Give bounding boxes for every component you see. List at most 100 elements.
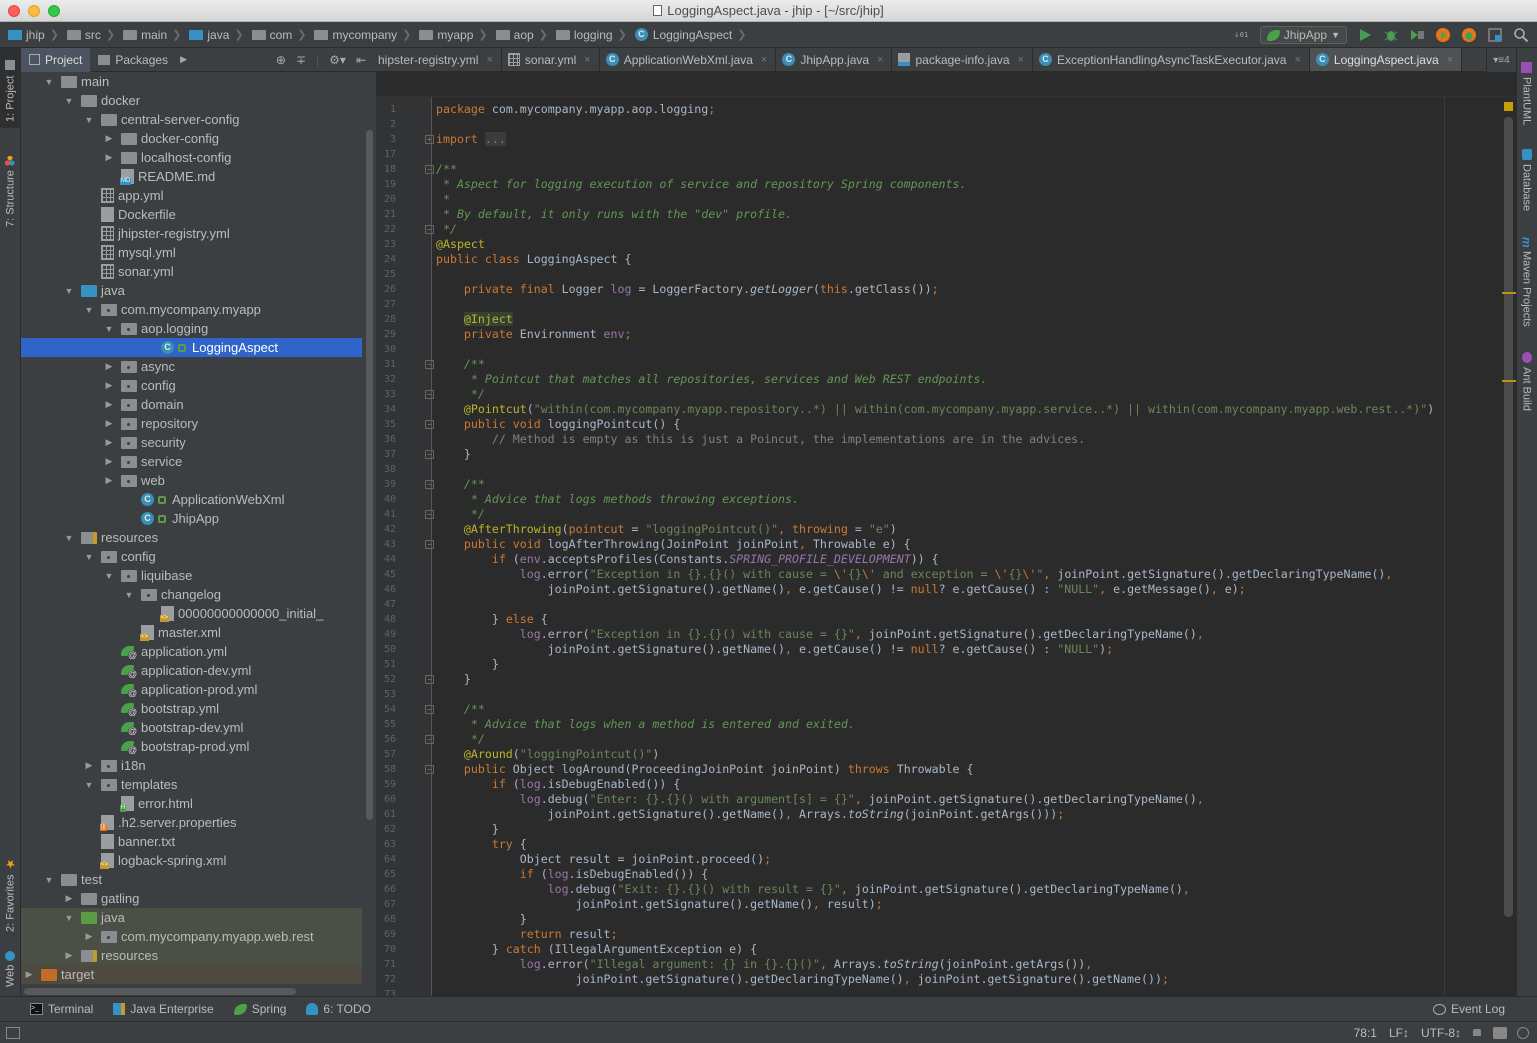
- tree-node[interactable]: application-dev.yml: [21, 661, 362, 680]
- collapsed-arrow-icon[interactable]: ▶: [103, 399, 115, 410]
- collapsed-arrow-icon[interactable]: ▶: [83, 931, 95, 942]
- collapsed-arrow-icon[interactable]: ▶: [103, 380, 115, 391]
- collapse-fold-icon[interactable]: −: [425, 705, 434, 714]
- tab-overflow-button[interactable]: ▾≡ 4: [1486, 48, 1516, 72]
- editor-tab-active[interactable]: C LoggingAspect.java ×: [1309, 48, 1463, 71]
- tree-node[interactable]: ▼ resources: [21, 528, 362, 547]
- expanded-arrow-icon[interactable]: ▼: [83, 780, 95, 790]
- tree-node[interactable]: ||| .h2.server.properties: [21, 813, 362, 832]
- inspection-status-icon[interactable]: [1504, 102, 1513, 111]
- editor-tab[interactable]: sonar.yml ×: [502, 48, 600, 71]
- build-icon[interactable]: ↓01: [1234, 27, 1250, 43]
- tree-node[interactable]: bootstrap-prod.yml: [21, 737, 362, 756]
- tool-tab-todo[interactable]: 6: TODO: [306, 1002, 371, 1016]
- project-structure-icon[interactable]: [1487, 27, 1503, 43]
- tree-node[interactable]: bootstrap.yml: [21, 699, 362, 718]
- collapse-fold-icon[interactable]: −: [425, 510, 434, 519]
- collapse-fold-icon[interactable]: −: [425, 165, 434, 174]
- expanded-arrow-icon[interactable]: ▼: [83, 305, 95, 315]
- editor-tab[interactable]: C ExceptionHandlingAsyncTaskExecutor.java…: [1033, 48, 1310, 71]
- tree-node[interactable]: ▼ changelog: [21, 585, 362, 604]
- tree-node[interactable]: Dockerfile: [21, 205, 362, 224]
- tree-node[interactable]: C ApplicationWebXml: [21, 490, 362, 509]
- hector-inspector-icon[interactable]: [1517, 1026, 1529, 1039]
- tree-node[interactable]: C JhipApp: [21, 509, 362, 528]
- run-icon[interactable]: [1357, 27, 1373, 43]
- tree-node[interactable]: mysql.yml: [21, 243, 362, 262]
- code-area[interactable]: package com.mycompany.myapp.aop.logging;…: [436, 97, 1496, 996]
- collapse-fold-icon[interactable]: −: [425, 540, 434, 549]
- close-tab-icon[interactable]: ×: [761, 54, 767, 66]
- tree-node[interactable]: ▶ docker-config: [21, 129, 362, 148]
- scroll-from-source-icon[interactable]: ⊕: [276, 53, 286, 67]
- minimize-window-button[interactable]: [28, 5, 40, 17]
- collapse-fold-icon[interactable]: −: [425, 735, 434, 744]
- collapse-fold-icon[interactable]: −: [425, 675, 434, 684]
- caret-position[interactable]: 78:1: [1354, 1026, 1377, 1040]
- gear-icon[interactable]: ⚙▾: [329, 53, 346, 67]
- tree-node[interactable]: ▶ service: [21, 452, 362, 471]
- close-tab-icon[interactable]: ×: [1447, 54, 1453, 66]
- more-views-arrow-icon[interactable]: ▶: [180, 54, 187, 65]
- breadcrumb-item[interactable]: myapp ❯: [419, 28, 493, 42]
- tree-node[interactable]: MD README.md: [21, 167, 362, 186]
- tool-tab-web[interactable]: Web: [0, 943, 21, 993]
- tool-tab-ant[interactable]: Ant Build: [1516, 346, 1537, 426]
- collapse-fold-icon[interactable]: −: [425, 360, 434, 369]
- expanded-arrow-icon[interactable]: ▼: [63, 913, 75, 923]
- expanded-arrow-icon[interactable]: ▼: [83, 552, 95, 562]
- tree-node[interactable]: ▼ liquibase: [21, 566, 362, 585]
- tab-packages-view[interactable]: Packages: [90, 48, 176, 72]
- close-tab-icon[interactable]: ×: [877, 54, 883, 66]
- debug-icon[interactable]: [1383, 27, 1399, 43]
- tree-node[interactable]: jhipster-registry.yml: [21, 224, 362, 243]
- breadcrumb-item[interactable]: logging ❯: [555, 28, 633, 42]
- code-editor[interactable]: 1 2 3 +17 18−19 20 21 22−23 24 25 26 27 28 29 30 31−32 3…: [376, 72, 1516, 996]
- tree-node[interactable]: ▶ async: [21, 357, 362, 376]
- bug-icon[interactable]: [1461, 27, 1477, 43]
- tool-tab-maven[interactable]: m Maven Projects: [1516, 231, 1537, 336]
- collapsed-arrow-icon[interactable]: ▶: [103, 437, 115, 448]
- run-config-selector[interactable]: JhipApp ▼: [1259, 26, 1347, 44]
- breadcrumb-item[interactable]: com ❯: [251, 28, 313, 42]
- tool-tab-favorites[interactable]: 2: Favorites ★: [0, 848, 21, 938]
- search-icon[interactable]: [1513, 27, 1529, 43]
- expanded-arrow-icon[interactable]: ▼: [63, 96, 75, 106]
- project-tree-horizontal-scrollbar[interactable]: [24, 988, 296, 995]
- tool-tab-database[interactable]: Database: [1516, 143, 1537, 218]
- editor-tab[interactable]: C ApplicationWebXml.java ×: [600, 48, 777, 71]
- event-log-button[interactable]: Event Log: [1432, 1002, 1505, 1016]
- breadcrumb-item[interactable]: mycompany ❯: [314, 28, 417, 42]
- breadcrumb-item[interactable]: main ❯: [123, 28, 187, 42]
- editor-tab[interactable]: C JhipApp.java ×: [776, 48, 893, 71]
- tree-node[interactable]: C LoggingAspect: [21, 338, 362, 357]
- expanded-arrow-icon[interactable]: ▼: [123, 590, 135, 600]
- editor-tab[interactable]: package-info.java ×: [892, 48, 1033, 71]
- collapsed-arrow-icon[interactable]: ▶: [103, 475, 115, 486]
- breadcrumb-item[interactable]: aop ❯: [495, 28, 554, 42]
- tree-node[interactable]: ▶ repository: [21, 414, 362, 433]
- collapsed-arrow-icon[interactable]: ▶: [103, 133, 115, 144]
- breadcrumb-item[interactable]: src ❯: [66, 28, 121, 42]
- collapse-all-icon[interactable]: ∓: [296, 53, 306, 67]
- tree-node[interactable]: ▼ java: [21, 281, 362, 300]
- collapsed-arrow-icon[interactable]: ▶: [83, 760, 95, 771]
- editor-vertical-scrollbar[interactable]: [1504, 117, 1513, 917]
- breadcrumb-item[interactable]: jhip ❯: [8, 28, 65, 42]
- tree-node[interactable]: ▼ central-server-config: [21, 110, 362, 129]
- collapsed-arrow-icon[interactable]: ▶: [103, 418, 115, 429]
- expanded-arrow-icon[interactable]: ▼: [63, 286, 75, 296]
- collapse-fold-icon[interactable]: −: [425, 225, 434, 234]
- lock-icon[interactable]: [1473, 1029, 1481, 1036]
- breadcrumb-item[interactable]: java ❯: [189, 28, 249, 42]
- tree-node[interactable]: ▼ main: [21, 72, 362, 91]
- collapse-fold-icon[interactable]: −: [425, 420, 434, 429]
- tree-node[interactable]: ▶ i18n: [21, 756, 362, 775]
- expanded-arrow-icon[interactable]: ▼: [83, 115, 95, 125]
- line-separator-selector[interactable]: LF↕: [1389, 1026, 1409, 1040]
- tree-node[interactable]: <> 00000000000000_initial_: [21, 604, 362, 623]
- maximize-window-button[interactable]: [48, 5, 60, 17]
- tool-tab-project[interactable]: 1: Project: [0, 48, 21, 128]
- tree-node[interactable]: ▶ security: [21, 433, 362, 452]
- tree-node[interactable]: ▼ aop.logging: [21, 319, 362, 338]
